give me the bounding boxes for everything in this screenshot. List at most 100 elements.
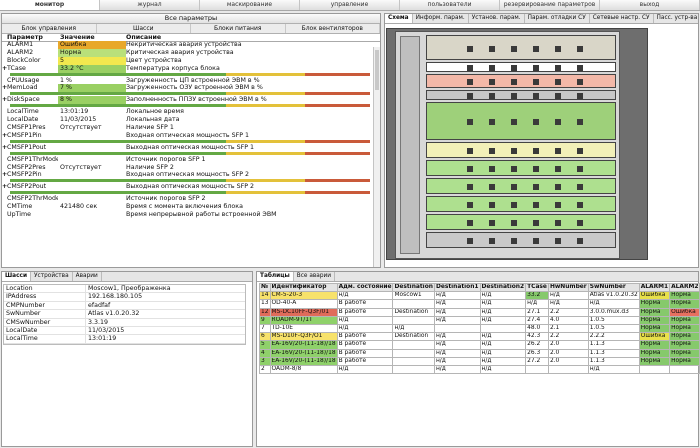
rack-slot[interactable] [426, 232, 616, 248]
expand-icon[interactable]: + [2, 96, 7, 104]
param-row[interactable]: +CMSFP2Pout Выходная оптическая мощность … [2, 183, 372, 191]
menu-item[interactable]: журнал [100, 0, 200, 10]
rack-slot[interactable] [426, 35, 616, 60]
rack-slot[interactable] [426, 214, 616, 230]
table-cell: Норма [638, 340, 671, 350]
params-panel-title: Все параметры [2, 14, 380, 24]
param-row[interactable]: ALARM2 Норма Критическая авария устройства [2, 48, 372, 57]
info-key: CMPNumber [4, 301, 86, 310]
expand-icon[interactable]: + [2, 183, 7, 191]
menu-item[interactable]: выход [600, 0, 700, 10]
rack-slot[interactable] [426, 196, 616, 212]
param-row[interactable]: +CMSFP1Pout Выходная оптическая мощность … [2, 144, 372, 152]
menu-item[interactable]: монитор [0, 0, 100, 10]
rack-slot[interactable] [426, 178, 616, 194]
table-col-header[interactable]: HwNumber [547, 282, 589, 293]
table-row[interactable]: 14 CM-5-20-3 н/д Moscow1 н/д н/д 33.2 н/д Atlas … [259, 291, 700, 301]
table-row[interactable]: 9 ROADM-9T/1T н/д н/д н/д 27.4 4.0 1.0.5 Норма Но… [259, 315, 700, 325]
expand-icon[interactable]: + [2, 132, 7, 140]
param-row[interactable]: +CMSFP1Pin Входная оптическая мощность SF… [2, 132, 372, 140]
rack-slot[interactable] [426, 160, 616, 176]
param-row[interactable]: +CMSFP2Pin Входная оптическая мощность SF… [2, 171, 372, 179]
table-cell: 2.2 [547, 307, 589, 317]
table-row[interactable]: 3 EA-16V/20-(11-18)/18 В работе н/д н/д 27.2 2… [259, 356, 700, 366]
rack-slot[interactable] [426, 62, 616, 72]
param-row[interactable]: CMSFP2ThrMode Источник порогов SFP 2 [2, 195, 372, 203]
info-row: LocalTime 13:01:19 [4, 335, 245, 344]
param-row[interactable]: CMSFP1Pres Отсутствует Наличие SFP 1 [2, 124, 372, 132]
param-row[interactable]: CMSFP1ThrMode Источник порогов SFP 1 [2, 156, 372, 164]
params-subtab[interactable]: Блок управления [2, 24, 97, 33]
expand-icon[interactable]: + [2, 65, 7, 73]
expand-icon[interactable]: + [2, 171, 7, 179]
menu-item[interactable]: маскирование [200, 0, 300, 10]
col-param: Параметр [7, 34, 43, 41]
rack-tab[interactable]: Пасс. устр-ва [654, 14, 698, 23]
menu-item[interactable]: управление [300, 0, 400, 10]
param-row[interactable]: CMTime 421480 сек Время с момента включени… [2, 203, 372, 211]
table-row[interactable]: 7 TD-10E н/д н/д 48.0 2.1 1.0.5 Норма Норма [259, 323, 700, 334]
param-row[interactable]: LocalTime 13:01:19 Локальное время [2, 108, 372, 116]
table-col-header[interactable]: ALARM2 [669, 282, 700, 293]
param-row[interactable]: CPUUsage 1 % Загруженность ЦП встроенной Э… [2, 77, 372, 85]
table-col-header[interactable]: Destination2 [479, 282, 527, 293]
rack-slot[interactable] [426, 102, 616, 140]
rack-tab[interactable]: Парам. отладки СУ [525, 14, 590, 23]
param-row[interactable]: BlockColor 5 Цвет устройства [2, 56, 372, 65]
menu-item[interactable]: пользователи [400, 0, 500, 10]
rack-slot[interactable] [426, 74, 616, 88]
table-row[interactable]: 12 MS-DC10FF-Q3F/01 В работе Destination н/д… [259, 307, 700, 317]
param-row[interactable]: UpTime Время непрерывной работы встроенно… [2, 211, 372, 219]
params-subtab[interactable]: Шасси [97, 24, 191, 33]
param-row[interactable]: ALARM1 Ошибка Некритическая авария устройс… [2, 41, 372, 49]
table-cell: н/д [433, 332, 481, 342]
table-tab[interactable]: Таблицы [257, 272, 294, 281]
param-desc: Загруженность ЦП встроенной ЭВМ в % [126, 76, 260, 84]
expand-icon[interactable]: + [2, 84, 7, 92]
rack-tab[interactable]: Установ. парам. [469, 14, 525, 23]
table-cell: Норма [669, 348, 700, 358]
param-name: +CMSFP2Pout [2, 183, 47, 191]
chassis-tab[interactable]: Аварии [73, 272, 102, 281]
rack-slot[interactable] [426, 142, 616, 158]
table-col-header[interactable]: SwNumber [587, 282, 640, 293]
rack-tab[interactable]: Информ. парам. [413, 14, 469, 23]
param-row[interactable]: LocalDate 11/03/2015 Локальная дата [2, 116, 372, 124]
rack-tab[interactable]: Сетевые настр. СУ [590, 14, 654, 23]
expand-icon[interactable]: + [2, 144, 7, 152]
chassis-tab[interactable]: Устройства [31, 272, 73, 281]
rack-tab[interactable]: Схема [385, 14, 413, 23]
param-row[interactable]: +MemLoad 7 % Загруженность ОЗУ встроенной … [2, 84, 372, 93]
param-row[interactable]: +TCase 33.2 °C Температура корпуса блока [2, 64, 372, 73]
table-row[interactable]: 5 EA-16V/20-(11-18)/18 В работе н/д н/д 26.2 2… [259, 340, 700, 350]
table-col-header[interactable]: ALARM1 [638, 282, 671, 293]
table-row[interactable]: 13 OD-40-A В работе н/д н/д н/д н/д н/д Норма Нор… [259, 299, 700, 309]
table-row[interactable]: 2 OADM-8/8 н/д н/д н/д н/д [259, 364, 700, 375]
table-cell: В работе [336, 340, 394, 350]
port-icon [555, 166, 561, 172]
info-row: Location Moscow1, Преображенка [4, 285, 245, 294]
table-col-header[interactable]: Destination [392, 282, 435, 293]
table-row[interactable]: 4 EA-16V/20-(11-18)/18 В работе н/д н/д 26.3 2… [259, 348, 700, 358]
params-subtab[interactable]: Блок вентиляторов [286, 24, 380, 33]
menu-item[interactable]: резервирование параметров [500, 0, 600, 10]
table-col-header[interactable]: Идентификатор [269, 282, 338, 293]
param-row[interactable]: CMSFP2Pres Отсутствует Наличие SFP 2 [2, 164, 372, 172]
port-icon [511, 238, 517, 244]
param-row[interactable]: +DiskSpace 8 % Заполненность ППЗУ встроенн… [2, 96, 372, 105]
table-col-header[interactable]: TCase [525, 282, 549, 293]
param-value [58, 132, 126, 140]
table-tab[interactable]: Все аварии [294, 272, 336, 281]
rack-slot[interactable] [426, 90, 616, 100]
table-col-header[interactable]: Адм. состояние [336, 282, 394, 293]
chassis-tab[interactable]: Шасси [2, 272, 32, 281]
table-col-header[interactable]: № [259, 282, 271, 293]
table-row[interactable]: 6 MS-D10F-Q3F/O1 В работе Destination н/д н/д… [259, 332, 700, 342]
table-cell [392, 299, 435, 309]
params-scrollbar[interactable] [373, 47, 380, 267]
table-col-header[interactable]: Destination1 [433, 282, 481, 293]
params-subtab[interactable]: Блоки питания [191, 24, 286, 33]
chassis-info-list: Location Moscow1, Преображенка IPAddress 19… [3, 284, 246, 345]
port-icon [489, 202, 495, 208]
table-cell: н/д [392, 323, 435, 334]
